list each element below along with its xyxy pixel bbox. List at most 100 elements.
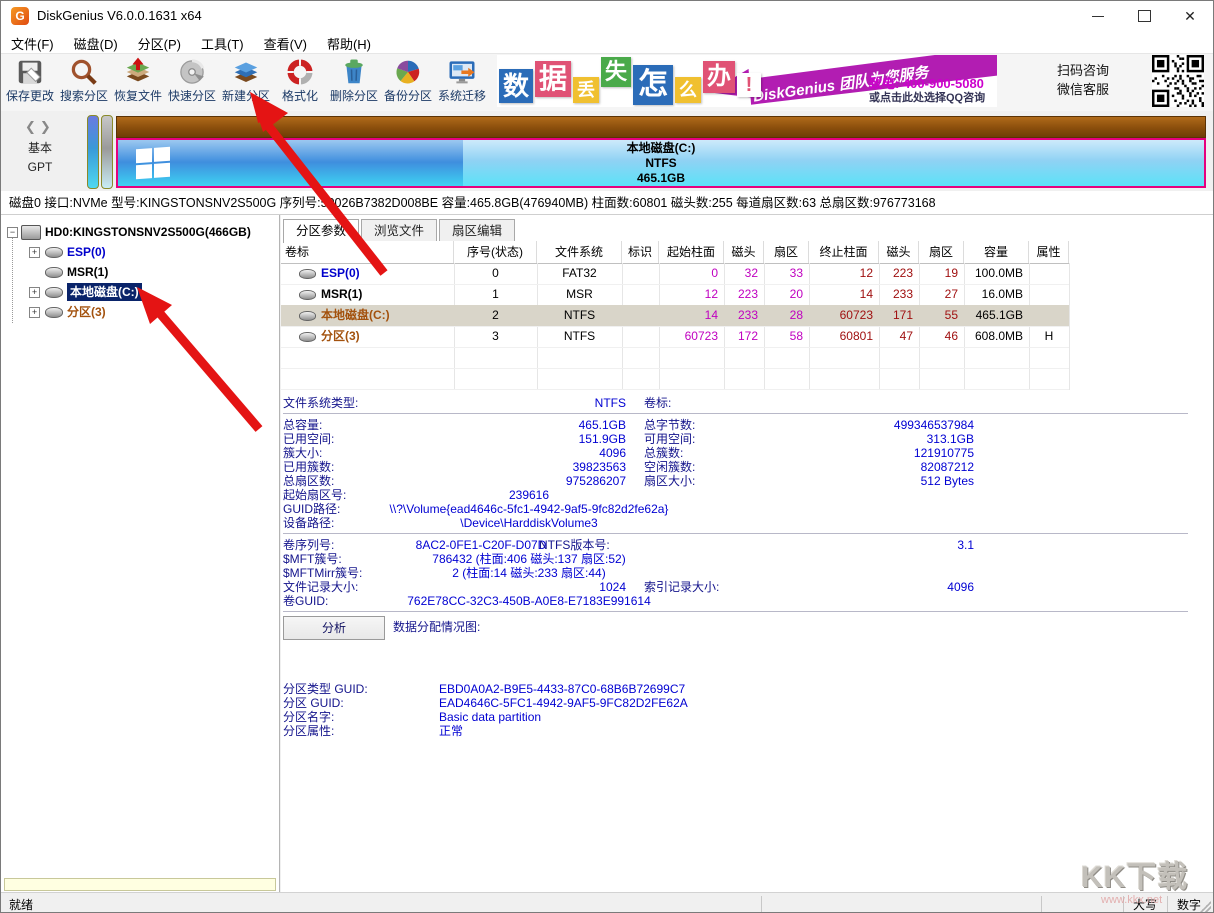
- detail-label-11: 卷序列号:: [283, 538, 335, 552]
- column-header-sc[interactable]: 起始柱面: [659, 241, 724, 263]
- tab-2[interactable]: 扇区编辑: [439, 219, 516, 241]
- toolbar-button-backup-partition[interactable]: 备份分区: [381, 56, 435, 108]
- cell-num: 2: [492, 308, 499, 322]
- maximize-button[interactable]: [1121, 1, 1167, 31]
- toolbar-button-label: 保存更改: [5, 89, 54, 103]
- cell-num: 0: [492, 266, 499, 280]
- cell-name: 分区(3): [281, 326, 454, 347]
- toolbar-button-quick-partition[interactable]: 快速分区: [165, 56, 219, 108]
- cell-cap: 465.1GB: [975, 308, 1023, 322]
- menu-item-0[interactable]: 文件(F): [1, 31, 64, 56]
- cell-es: 27: [944, 287, 958, 301]
- toolbar-button-search[interactable]: 搜索分区: [57, 56, 111, 108]
- detail-label-21: 分区名字:: [283, 710, 335, 724]
- expand-icon[interactable]: +: [29, 307, 40, 318]
- tree-item-label[interactable]: 分区(3): [67, 303, 106, 321]
- resize-grip[interactable]: [1199, 901, 1211, 912]
- tree-item-label[interactable]: ESP(0): [67, 243, 106, 261]
- column-header-num[interactable]: 序号(状态): [454, 241, 537, 263]
- toolbar-button-recover[interactable]: 恢复文件: [111, 56, 165, 108]
- menu-item-2[interactable]: 分区(P): [128, 31, 191, 56]
- banner-tile-5: 么: [675, 77, 701, 103]
- cell-cap: 100.0MB: [974, 266, 1023, 280]
- column-header-flag[interactable]: 标识: [622, 241, 659, 263]
- ad-banner[interactable]: DiskGenius 团队为您服务 致电: 400-900-5080 或点击此处…: [497, 55, 997, 107]
- partition-strip-esp[interactable]: [87, 115, 99, 189]
- menu-item-4[interactable]: 查看(V): [254, 31, 317, 56]
- cell-sh: 223: [737, 287, 758, 301]
- menu-item-1[interactable]: 磁盘(D): [64, 31, 128, 56]
- analyze-button[interactable]: 分析: [283, 616, 385, 640]
- title-bar[interactable]: G DiskGenius V6.0.0.1631 x64 ✕: [1, 1, 1213, 31]
- column-header-eh[interactable]: 磁头: [879, 241, 919, 263]
- cell-name: ESP(0): [281, 263, 454, 284]
- detail-label-14: 文件记录大小:: [283, 580, 359, 594]
- tab-1[interactable]: 浏览文件: [361, 219, 438, 241]
- tree-item-label[interactable]: MSR(1): [67, 263, 108, 281]
- table-row[interactable]: ESP(0) 0 FAT32 0 32 33 12 223 19 100.0MB: [281, 263, 1069, 285]
- detail-value-0: NTFS: [594, 396, 626, 410]
- menu-item-3[interactable]: 工具(T): [191, 31, 254, 56]
- close-button[interactable]: ✕: [1167, 1, 1213, 31]
- toolbar-button-label: 恢复文件: [113, 89, 162, 103]
- status-num: 数字: [1177, 898, 1202, 912]
- expand-icon[interactable]: +: [29, 287, 40, 298]
- partition-bar-c[interactable]: 本地磁盘(C:) NTFS 465.1GB: [116, 138, 1206, 188]
- cell-attr: [1029, 263, 1069, 284]
- detail-value2-0: [761, 396, 974, 410]
- menu-item-5[interactable]: 帮助(H): [317, 31, 381, 56]
- partition-icon: [299, 269, 316, 279]
- banner-qq-hint[interactable]: 或点击此处选择QQ咨询: [869, 89, 985, 105]
- toolbar-button-system-migrate[interactable]: 系统迁移: [435, 56, 489, 108]
- toolbar-button-save[interactable]: 保存更改: [3, 56, 57, 108]
- cell-ec: 60723: [839, 308, 873, 322]
- quick-partition-icon: [180, 59, 205, 84]
- tree-item-0[interactable]: − HD0:KINGSTONSNV2S500G(466GB): [1, 223, 280, 241]
- toolbar-button-label: 快速分区: [167, 89, 216, 103]
- column-header-name[interactable]: 卷标: [281, 241, 454, 263]
- expand-icon[interactable]: +: [29, 247, 40, 258]
- column-header-cap[interactable]: 容量: [964, 241, 1029, 263]
- partition-icon: [45, 307, 63, 318]
- column-header-ec[interactable]: 终止柱面: [809, 241, 879, 263]
- cell-fs: NTFS: [563, 308, 596, 322]
- toolbar-button-delete-partition[interactable]: 删除分区: [327, 56, 381, 108]
- disk-header-band[interactable]: [116, 116, 1206, 138]
- tree-item-label[interactable]: HD0:KINGSTONSNV2S500G(466GB): [45, 223, 251, 241]
- collapse-icon[interactable]: −: [7, 227, 18, 238]
- detail-label2-3: 可用空间:: [644, 432, 696, 446]
- delete-partition-icon: [345, 59, 363, 84]
- tree-item-4[interactable]: + 分区(3): [1, 303, 280, 321]
- cell-ss: 20: [789, 287, 803, 301]
- partition-strip-msr[interactable]: [101, 115, 113, 189]
- tree-item-3[interactable]: + 本地磁盘(C:): [1, 283, 280, 301]
- detail-value-21: Basic data partition: [439, 710, 542, 724]
- toolbar-button-label: 新建分区: [221, 89, 270, 103]
- column-header-es[interactable]: 扇区: [919, 241, 964, 263]
- column-header-attr[interactable]: 属性: [1029, 241, 1069, 263]
- column-header-fs[interactable]: 文件系统: [537, 241, 622, 263]
- tree-item-2[interactable]: MSR(1): [1, 263, 280, 281]
- volume-label: 分区(3): [321, 329, 360, 343]
- minimize-button[interactable]: [1075, 1, 1121, 31]
- column-header-sh[interactable]: 磁头: [724, 241, 764, 263]
- detail-label-22: 分区属性:: [283, 724, 335, 738]
- tree-item-1[interactable]: + ESP(0): [1, 243, 280, 261]
- table-row[interactable]: 本地磁盘(C:) 2 NTFS 14 233 28 60723 171 55 465.1GB: [281, 305, 1069, 327]
- table-row[interactable]: 分区(3) 3 NTFS 60723 172 58 60801 47 46 608.0MB H: [281, 326, 1069, 348]
- table-row[interactable]: [281, 368, 1069, 390]
- cell-sh: 233: [737, 308, 758, 322]
- detail-value-2: 465.1GB: [578, 418, 626, 432]
- cell-sc: 0: [711, 266, 718, 280]
- tree-item-label[interactable]: 本地磁盘(C:): [67, 283, 142, 301]
- detail-value-12: 786432 (柱面:406 磁头:137 扇区:52): [432, 552, 626, 566]
- cell-es: 46: [944, 329, 958, 343]
- cell-ss: 28: [789, 308, 803, 322]
- disk-nav-arrows[interactable]: ❮❯: [25, 119, 55, 135]
- table-row[interactable]: MSR(1) 1 MSR 12 223 20 14 233 27 16.0MB: [281, 284, 1069, 306]
- table-row[interactable]: [281, 347, 1069, 369]
- column-header-ss[interactable]: 扇区: [764, 241, 809, 263]
- toolbar-button-new-partition[interactable]: 新建分区: [219, 56, 273, 108]
- tab-0[interactable]: 分区参数: [283, 219, 360, 243]
- toolbar-button-format[interactable]: 格式化: [273, 56, 327, 108]
